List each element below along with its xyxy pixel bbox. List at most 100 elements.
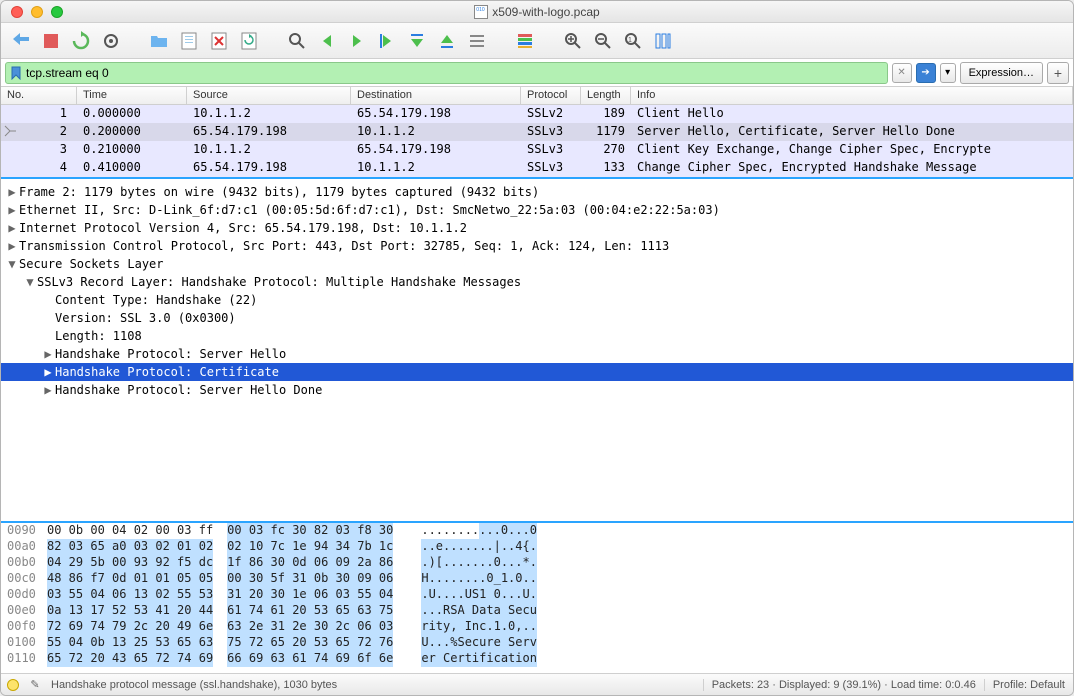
- detail-row[interactable]: Length: 1108: [1, 327, 1073, 345]
- detail-row[interactable]: ▼ Secure Sockets Layer: [1, 255, 1073, 273]
- packet-row[interactable]: 20.20000065.54.179.19810.1.1.2SSLv31179S…: [1, 123, 1073, 141]
- detail-row[interactable]: ▶ Internet Protocol Version 4, Src: 65.5…: [1, 219, 1073, 237]
- close-file-button[interactable]: [207, 29, 231, 53]
- hex-row[interactable]: 00b004 29 5b 00 93 92 f5 dc1f 86 30 0d 0…: [1, 555, 1073, 571]
- window-title: x509-with-logo.pcap: [1, 5, 1073, 19]
- start-capture-button[interactable]: [9, 29, 33, 53]
- status-packets: Packets: 23 · Displayed: 9 (39.1%) · Loa…: [703, 679, 984, 691]
- detail-row[interactable]: ▶ Ethernet II, Src: D-Link_6f:d7:c1 (00:…: [1, 201, 1073, 219]
- detail-text: Handshake Protocol: Certificate: [55, 365, 279, 379]
- detail-row[interactable]: ▶ Handshake Protocol: Certificate: [1, 363, 1073, 381]
- packet-list[interactable]: 10.00000010.1.1.265.54.179.198SSLv2189Cl…: [1, 105, 1073, 179]
- display-filter-input-wrap: [5, 62, 888, 84]
- col-no[interactable]: No.: [1, 87, 77, 104]
- hex-row[interactable]: 010055 04 0b 13 25 53 65 6375 72 65 20 5…: [1, 635, 1073, 651]
- zoom-reset-button[interactable]: 1: [621, 29, 645, 53]
- display-filter-bar: ✕ ➔ ▾ Expression… +: [1, 59, 1073, 87]
- detail-text: Ethernet II, Src: D-Link_6f:d7:c1 (00:05…: [19, 203, 720, 217]
- detail-row[interactable]: ▶ Frame 2: 1179 bytes on wire (9432 bits…: [1, 183, 1073, 201]
- status-message: Handshake protocol message (ssl.handshak…: [45, 679, 703, 691]
- col-src[interactable]: Source: [187, 87, 351, 104]
- detail-text: Internet Protocol Version 4, Src: 65.54.…: [19, 221, 467, 235]
- detail-row[interactable]: Version: SSL 3.0 (0x0300): [1, 309, 1073, 327]
- colorize-button[interactable]: [513, 29, 537, 53]
- detail-text: Handshake Protocol: Server Hello Done: [55, 383, 322, 397]
- resize-columns-button[interactable]: [651, 29, 675, 53]
- hex-row[interactable]: 00e00a 13 17 52 53 41 20 4461 74 61 20 5…: [1, 603, 1073, 619]
- detail-text: Version: SSL 3.0 (0x0300): [55, 311, 236, 325]
- open-file-button[interactable]: [147, 29, 171, 53]
- detail-row[interactable]: Content Type: Handshake (22): [1, 291, 1073, 309]
- expand-arrow-icon[interactable]: ▶: [5, 239, 19, 253]
- expand-arrow-icon[interactable]: ▶: [41, 383, 55, 397]
- find-packet-button[interactable]: [285, 29, 309, 53]
- col-info[interactable]: Info: [631, 87, 1073, 104]
- packet-bytes[interactable]: 009000 0b 00 04 02 00 03 ff00 03 fc 30 8…: [1, 523, 1073, 673]
- detail-row[interactable]: ▶ Handshake Protocol: Server Hello Done: [1, 381, 1073, 399]
- reload-file-button[interactable]: [237, 29, 261, 53]
- status-profile[interactable]: Profile: Default: [984, 679, 1073, 691]
- file-icon: [474, 5, 488, 19]
- zoom-in-button[interactable]: [561, 29, 585, 53]
- app-window: x509-with-logo.pcap 1 ✕ ➔: [0, 0, 1074, 696]
- expand-arrow-icon[interactable]: ▶: [41, 365, 55, 379]
- detail-text: Content Type: Handshake (22): [55, 293, 257, 307]
- detail-row[interactable]: ▼ SSLv3 Record Layer: Handshake Protocol…: [1, 273, 1073, 291]
- detail-text: SSLv3 Record Layer: Handshake Protocol: …: [37, 275, 521, 289]
- hex-row[interactable]: 00a082 03 65 a0 03 02 01 0202 10 7c 1e 9…: [1, 539, 1073, 555]
- status-bar: ✎ Handshake protocol message (ssl.handsh…: [1, 673, 1073, 695]
- expand-arrow-icon[interactable]: ▶: [5, 221, 19, 235]
- auto-scroll-button[interactable]: [465, 29, 489, 53]
- expand-arrow-icon[interactable]: ▶: [41, 347, 55, 361]
- detail-text: Secure Sockets Layer: [19, 257, 164, 271]
- packet-row[interactable]: 30.21000010.1.1.265.54.179.198SSLv3270Cl…: [1, 141, 1073, 159]
- col-time[interactable]: Time: [77, 87, 187, 104]
- col-dst[interactable]: Destination: [351, 87, 521, 104]
- stop-capture-button[interactable]: [39, 29, 63, 53]
- detail-text: Length: 1108: [55, 329, 142, 343]
- packet-row[interactable]: 40.41000065.54.179.19810.1.1.2SSLv3133Ch…: [1, 159, 1073, 177]
- col-len[interactable]: Length: [581, 87, 631, 104]
- go-next-packet-button[interactable]: [345, 29, 369, 53]
- restart-capture-button[interactable]: [69, 29, 93, 53]
- detail-text: Transmission Control Protocol, Src Port:…: [19, 239, 669, 253]
- go-prev-packet-button[interactable]: [315, 29, 339, 53]
- related-packet-marker: [3, 124, 17, 138]
- go-first-packet-button[interactable]: [405, 29, 429, 53]
- display-filter-input[interactable]: [26, 66, 883, 80]
- apply-filter-button[interactable]: ➔: [916, 63, 936, 83]
- recent-filters-button[interactable]: ▾: [940, 63, 956, 83]
- packet-list-header[interactable]: No. Time Source Destination Protocol Len…: [1, 87, 1073, 105]
- hex-row[interactable]: 009000 0b 00 04 02 00 03 ff00 03 fc 30 8…: [1, 523, 1073, 539]
- detail-row[interactable]: ▶ Handshake Protocol: Server Hello: [1, 345, 1073, 363]
- zoom-out-button[interactable]: [591, 29, 615, 53]
- capture-options-button[interactable]: [99, 29, 123, 53]
- detail-text: Frame 2: 1179 bytes on wire (9432 bits),…: [19, 185, 539, 199]
- packet-details[interactable]: ▶ Frame 2: 1179 bytes on wire (9432 bits…: [1, 179, 1073, 523]
- expression-button[interactable]: Expression…: [960, 62, 1043, 84]
- detail-row[interactable]: ▶ Transmission Control Protocol, Src Por…: [1, 237, 1073, 255]
- expand-arrow-icon[interactable]: ▶: [5, 185, 19, 199]
- edit-capture-comment-button[interactable]: ✎: [25, 678, 45, 691]
- expert-info-button[interactable]: [7, 679, 19, 691]
- expand-arrow-icon[interactable]: ▼: [23, 275, 37, 289]
- hex-row[interactable]: 00d003 55 04 06 13 02 55 5331 20 30 1e 0…: [1, 587, 1073, 603]
- go-to-packet-button[interactable]: [375, 29, 399, 53]
- add-filter-button[interactable]: +: [1047, 62, 1069, 84]
- hex-row[interactable]: 011065 72 20 43 65 72 74 6966 69 63 61 7…: [1, 651, 1073, 667]
- hex-row[interactable]: 00f072 69 74 79 2c 20 49 6e63 2e 31 2e 3…: [1, 619, 1073, 635]
- packet-row[interactable]: 10.00000010.1.1.265.54.179.198SSLv2189Cl…: [1, 105, 1073, 123]
- hex-row[interactable]: 00c048 86 f7 0d 01 01 05 0500 30 5f 31 0…: [1, 571, 1073, 587]
- detail-text: Handshake Protocol: Server Hello: [55, 347, 286, 361]
- save-file-button[interactable]: [177, 29, 201, 53]
- svg-text:1: 1: [628, 37, 632, 44]
- expand-arrow-icon[interactable]: ▼: [5, 257, 19, 271]
- clear-filter-button[interactable]: ✕: [892, 63, 912, 83]
- main-toolbar: 1: [1, 23, 1073, 59]
- expand-arrow-icon[interactable]: ▶: [5, 203, 19, 217]
- bookmark-icon[interactable]: [10, 66, 22, 80]
- col-proto[interactable]: Protocol: [521, 87, 581, 104]
- titlebar: x509-with-logo.pcap: [1, 1, 1073, 23]
- window-title-text: x509-with-logo.pcap: [492, 5, 599, 19]
- go-last-packet-button[interactable]: [435, 29, 459, 53]
